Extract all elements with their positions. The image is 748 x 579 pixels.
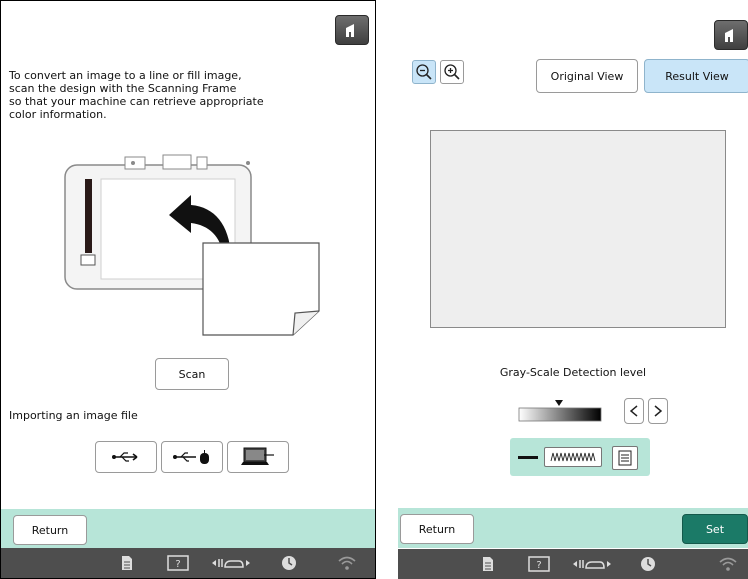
line-sample-icon <box>518 456 538 459</box>
detection-level-label: Gray-Scale Detection level <box>499 366 647 379</box>
intro-line-1: To convert an image to a line or fill im… <box>9 69 242 82</box>
chevron-right-icon <box>654 405 662 417</box>
help-icon[interactable]: ? <box>167 555 189 571</box>
status-bar: ? <box>398 549 748 579</box>
zoom-out-button[interactable] <box>412 60 436 84</box>
usb-import-button[interactable] <box>95 441 157 473</box>
scan-instructions-screen: To convert an image to a line or fill im… <box>0 0 376 579</box>
wifi-icon[interactable] <box>718 556 738 572</box>
document-icon[interactable] <box>482 556 494 572</box>
scan-result-screen: Original View Result View Gray-Scale Det… <box>398 0 748 579</box>
zigzag-stitch-icon <box>550 452 596 462</box>
zoom-in-button[interactable] <box>440 60 464 84</box>
help-icon[interactable]: ? <box>528 556 550 572</box>
home-icon <box>346 24 354 37</box>
intro-line-2: scan the design with the Scanning Frame <box>9 82 237 95</box>
tab-result-view[interactable]: Result View <box>644 59 748 93</box>
zoom-in-icon <box>444 64 460 80</box>
usb-icon <box>112 452 138 462</box>
zigzag-stitch-button[interactable] <box>544 447 602 467</box>
home-button[interactable] <box>714 20 748 50</box>
svg-text:?: ? <box>175 559 180 570</box>
zoom-out-icon <box>416 64 432 80</box>
computer-icon <box>241 447 274 465</box>
status-bar: ? <box>1 548 375 578</box>
grayscale-level-slider[interactable] <box>518 398 602 424</box>
result-preview-panel <box>430 130 726 328</box>
wifi-icon[interactable] <box>337 555 357 571</box>
line-properties-button[interactable] <box>612 446 638 470</box>
intro-text: To convert an image to a line or fill im… <box>9 69 299 121</box>
intro-line-3: so that your machine can retrieve approp… <box>9 95 264 108</box>
line-settings-panel <box>510 438 650 476</box>
level-increase-button[interactable] <box>648 398 668 424</box>
presser-foot-icon[interactable] <box>572 556 612 572</box>
usb-mouse-import-button[interactable] <box>161 441 223 473</box>
clock-icon[interactable] <box>640 556 656 572</box>
scan-button[interactable]: Scan <box>155 358 229 390</box>
level-decrease-button[interactable] <box>624 398 644 424</box>
return-button[interactable]: Return <box>400 514 474 544</box>
set-button[interactable]: Set <box>682 514 748 544</box>
level-indicator <box>555 400 563 406</box>
document-icon[interactable] <box>121 555 133 571</box>
import-heading: Importing an image file <box>9 409 138 422</box>
return-button[interactable]: Return <box>13 515 87 545</box>
home-icon <box>725 29 733 42</box>
list-icon <box>618 450 632 466</box>
intro-line-4: color information. <box>9 108 107 121</box>
chevron-left-icon <box>630 405 638 417</box>
presser-foot-icon[interactable] <box>211 555 251 571</box>
computer-import-button[interactable] <box>227 441 289 473</box>
scanning-frame-illustration <box>64 154 320 336</box>
usb-mouse-icon <box>173 450 209 464</box>
tab-original-view[interactable]: Original View <box>536 59 638 93</box>
home-button[interactable] <box>335 15 369 45</box>
svg-text:?: ? <box>536 560 541 571</box>
clock-icon[interactable] <box>281 555 297 571</box>
